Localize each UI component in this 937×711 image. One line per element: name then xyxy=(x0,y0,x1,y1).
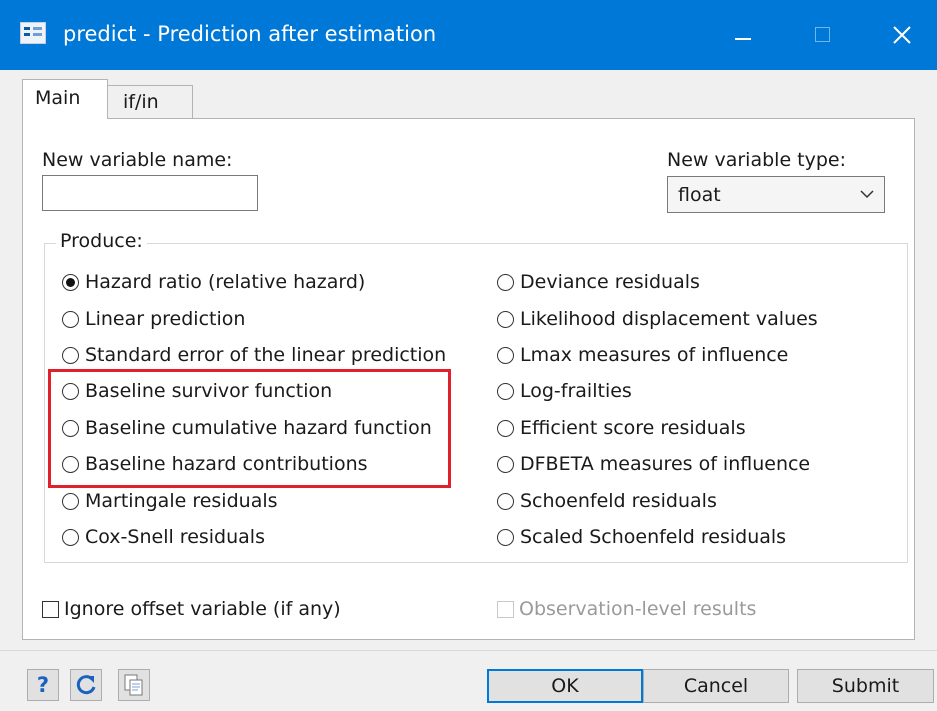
tab-if-in[interactable]: if/in xyxy=(107,85,193,119)
new-variable-type-label: New variable type: xyxy=(667,149,847,171)
radio-circle xyxy=(62,346,79,364)
reset-icon xyxy=(76,675,96,695)
tab-main[interactable]: Main xyxy=(22,79,108,119)
radio-circle xyxy=(497,273,514,291)
radio-circle xyxy=(497,382,514,400)
radio-circle xyxy=(497,346,514,364)
radio-circle xyxy=(62,528,79,546)
radio-deviance-residuals[interactable]: Deviance residuals xyxy=(497,268,700,296)
checkbox-label: Observation-level results xyxy=(519,598,757,620)
radio-circle xyxy=(62,310,79,328)
copy-command-button[interactable] xyxy=(118,669,150,701)
new-variable-name-input[interactable] xyxy=(42,175,258,211)
radio-label: Linear prediction xyxy=(85,308,246,330)
radio-label: Standard error of the linear prediction xyxy=(85,344,447,366)
radio-label: Likelihood displacement values xyxy=(520,308,818,330)
reset-button[interactable] xyxy=(70,669,102,701)
new-variable-name-label: New variable name: xyxy=(42,149,233,171)
radio-label: Lmax measures of influence xyxy=(520,344,789,366)
radio-schoenfeld-residuals[interactable]: Schoenfeld residuals xyxy=(497,487,717,515)
ignore-offset-checkbox[interactable]: Ignore offset variable (if any) xyxy=(42,597,341,621)
radio-log-frailties[interactable]: Log-frailties xyxy=(497,377,632,405)
radio-label: Schoenfeld residuals xyxy=(520,490,717,512)
radio-label: Cox-Snell residuals xyxy=(85,526,265,548)
checkbox-label: Ignore offset variable (if any) xyxy=(64,598,341,620)
close-icon[interactable] xyxy=(867,0,937,70)
variable-type-dropdown[interactable]: float xyxy=(667,176,885,213)
help-button[interactable]: ? xyxy=(27,669,59,701)
copy-command-icon xyxy=(124,674,143,696)
radio-likelihood-displacement[interactable]: Likelihood displacement values xyxy=(497,305,818,333)
radio-standard-error[interactable]: Standard error of the linear prediction xyxy=(62,341,446,369)
radio-circle xyxy=(497,528,514,546)
cancel-button[interactable]: Cancel xyxy=(643,669,789,703)
checkbox-box xyxy=(42,600,59,618)
title-bar: predict - Prediction after estimation xyxy=(0,0,937,70)
radio-circle xyxy=(497,310,514,328)
footer-separator xyxy=(0,650,937,651)
radio-scaled-schoenfeld-residuals[interactable]: Scaled Schoenfeld residuals xyxy=(497,523,786,551)
radio-linear-prediction[interactable]: Linear prediction xyxy=(62,305,245,333)
submit-button[interactable]: Submit xyxy=(797,669,934,703)
ok-button[interactable]: OK xyxy=(487,669,643,703)
radio-circle xyxy=(497,455,514,473)
radio-label: Scaled Schoenfeld residuals xyxy=(520,526,787,548)
radio-martingale-residuals[interactable]: Martingale residuals xyxy=(62,487,278,515)
window-title: predict - Prediction after estimation xyxy=(63,22,437,46)
radio-label: Efficient score residuals xyxy=(520,417,746,439)
produce-label: Produce: xyxy=(56,229,147,253)
variable-type-value: float xyxy=(678,184,721,206)
radio-circle xyxy=(62,273,79,291)
radio-lmax-measures[interactable]: Lmax measures of influence xyxy=(497,341,788,369)
radio-label: Log-frailties xyxy=(520,380,632,402)
radio-label: Deviance residuals xyxy=(520,271,700,293)
radio-circle xyxy=(497,419,514,437)
highlight-box xyxy=(48,369,451,488)
dialog-icon xyxy=(20,22,46,44)
radio-circle xyxy=(62,492,79,510)
radio-label: Martingale residuals xyxy=(85,490,278,512)
radio-label: Hazard ratio (relative hazard) xyxy=(85,271,366,293)
radio-cox-snell-residuals[interactable]: Cox-Snell residuals xyxy=(62,523,265,551)
radio-label: DFBETA measures of influence xyxy=(520,453,811,475)
checkbox-box xyxy=(497,600,514,618)
maximize-icon[interactable] xyxy=(787,0,857,70)
chevron-down-icon xyxy=(860,190,874,199)
radio-hazard-ratio[interactable]: Hazard ratio (relative hazard) xyxy=(62,268,365,296)
radio-circle xyxy=(497,492,514,510)
observation-level-checkbox: Observation-level results xyxy=(497,597,756,621)
radio-efficient-score-residuals[interactable]: Efficient score residuals xyxy=(497,414,746,442)
minimize-icon[interactable] xyxy=(707,0,777,70)
radio-dfbeta-measures[interactable]: DFBETA measures of influence xyxy=(497,450,810,478)
